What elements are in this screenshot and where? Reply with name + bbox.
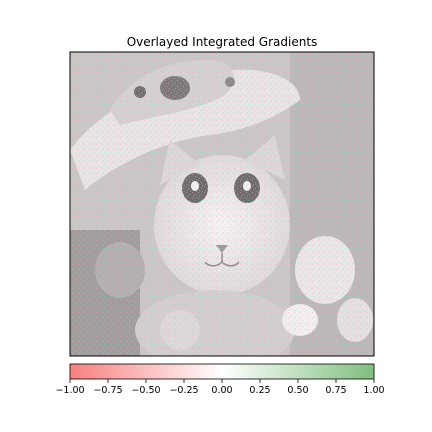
colorbar-tick-label: 1.00 bbox=[363, 385, 384, 396]
colorbar-tick-label: −0.50 bbox=[131, 385, 160, 396]
colorbar-tick-label: 0.50 bbox=[287, 385, 308, 396]
colorbar-tick-label: −0.25 bbox=[169, 385, 198, 396]
colorbar-tick-label: 0.75 bbox=[325, 385, 346, 396]
colorbar-tick-label: −0.75 bbox=[93, 385, 122, 396]
chart-title: Overlayed Integrated Gradients bbox=[127, 35, 318, 49]
colorbar: −1.00 −0.75 −0.50 −0.25 0.00 0.25 0.50 0.75 1.00 bbox=[55, 363, 385, 396]
colorbar-tick-label: −1.00 bbox=[55, 385, 84, 396]
colorbar-tick-label: 0.00 bbox=[211, 385, 232, 396]
colorbar-gradient bbox=[69, 363, 375, 380]
colorbar-ticks: −1.00 −0.75 −0.50 −0.25 0.00 0.25 0.50 0.75 1.00 bbox=[55, 379, 385, 396]
colorbar-tick-label: 0.25 bbox=[249, 385, 270, 396]
figure: Overlayed Integrated Gradients −1.00 −0.… bbox=[55, 35, 385, 396]
heatmap-image bbox=[70, 52, 374, 356]
